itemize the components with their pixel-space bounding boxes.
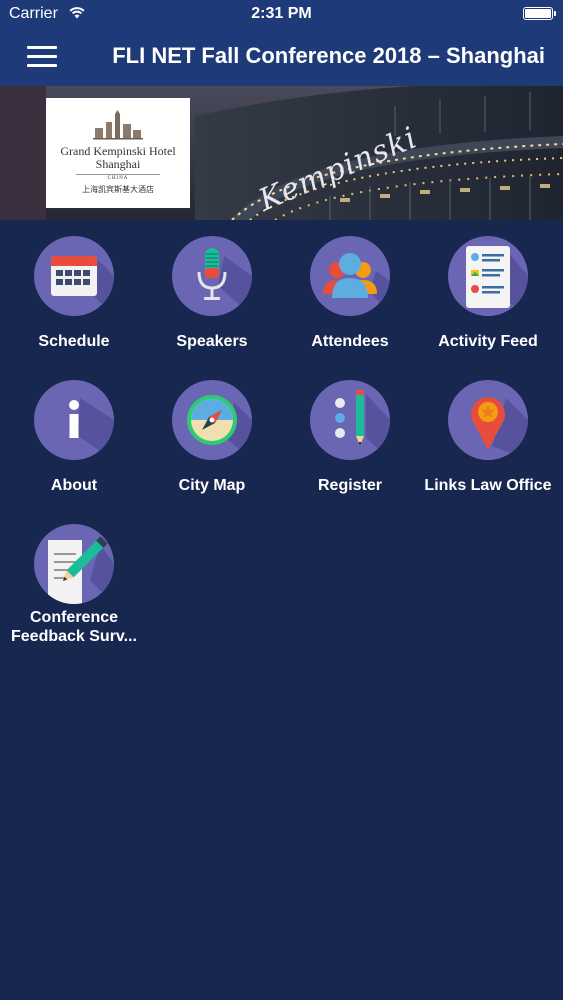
navigation-bar: FLI NET Fall Conference 2018 – Shanghai: [0, 28, 563, 86]
tile-label: City Map: [178, 477, 246, 494]
info-icon: [34, 380, 114, 460]
hotel-chinese-name: 上海凯宾斯基大酒店: [82, 185, 154, 194]
battery-icon: [523, 7, 556, 20]
tile-label: Register: [317, 477, 383, 494]
tile-about[interactable]: About: [4, 364, 144, 494]
checklist-icon: [310, 380, 390, 460]
hotel-name-line2: Shanghai: [95, 157, 141, 171]
activity-feed-icon: [448, 236, 528, 316]
hotel-banner-image: Kempinski Grand Kempinski Hotel Shanghai…: [0, 86, 563, 220]
tile-label: Speakers: [176, 333, 248, 350]
tile-city-map[interactable]: City Map: [142, 364, 282, 494]
tile-speakers[interactable]: Speakers: [142, 220, 282, 350]
tile-label: Links Law Office: [424, 477, 552, 494]
microphone-icon: [172, 236, 252, 316]
tile-label: Conference Feedback Surv...: [11, 609, 137, 645]
survey-icon: [34, 524, 114, 604]
status-time: 2:31 PM: [251, 5, 312, 22]
tile-register[interactable]: Register: [280, 364, 420, 494]
calendar-icon: [34, 236, 114, 316]
location-pin-icon: [448, 380, 528, 460]
tile-label: Schedule: [38, 333, 110, 350]
hamburger-menu-icon[interactable]: [27, 44, 57, 68]
tile-attendees[interactable]: Attendees: [280, 220, 420, 350]
compass-icon: [172, 380, 252, 460]
status-bar: Carrier 2:31 PM: [0, 0, 563, 28]
hotel-name: Grand Kempinski Hotel Shanghai: [46, 145, 190, 171]
tile-label: Activity Feed: [438, 333, 538, 350]
tile-label: About: [50, 477, 98, 494]
page-title: FLI NET Fall Conference 2018 – Shanghai: [112, 43, 545, 68]
hotel-country: CHINA: [107, 176, 129, 181]
hotel-card-divider: [76, 174, 160, 175]
tile-conference-feedback-survey[interactable]: Conference Feedback Surv...: [4, 508, 144, 645]
hotel-logo-card: Grand Kempinski Hotel Shanghai CHINA 上海凯…: [46, 98, 190, 208]
people-icon: [310, 236, 390, 316]
tile-links-law-office[interactable]: Links Law Office: [418, 364, 558, 494]
tile-activity-feed[interactable]: Activity Feed: [418, 220, 558, 350]
tile-label: Attendees: [311, 333, 389, 350]
tile-schedule[interactable]: Schedule: [4, 220, 144, 350]
hotel-logo-icon: [93, 110, 143, 140]
